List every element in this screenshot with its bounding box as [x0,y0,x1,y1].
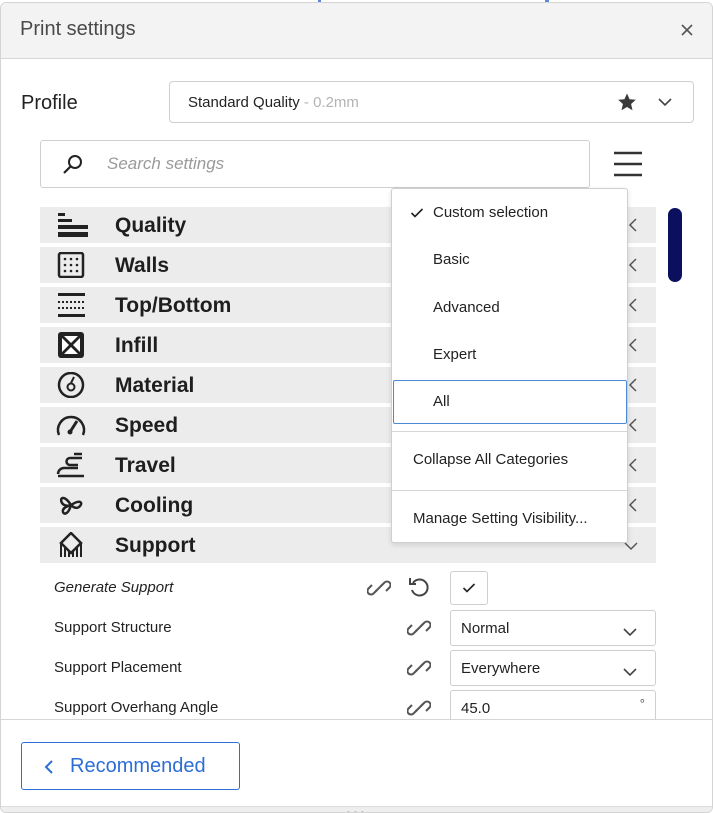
panel-footer: Recommended • • • [1,719,712,813]
chevron-left-icon [628,338,638,357]
close-icon [681,24,693,36]
reset-icon[interactable] [407,575,431,604]
profile-layer-height: - 0.2mm [299,94,359,111]
support-settings-list: Generate Support Support Structure Norma… [1,568,712,728]
menu-item-collapse-all[interactable]: Collapse All Categories [392,439,627,483]
category-label: Cooling [115,494,194,517]
menu-item-label: Expert [433,346,477,363]
setting-label: Support Placement [54,659,182,676]
grip-dots-icon: • • • [347,808,365,813]
hamburger-menu-icon [614,151,642,177]
setting-label: Support Overhang Angle [54,699,219,716]
generate-support-checkbox[interactable] [450,571,488,605]
category-label: Travel [115,454,176,477]
profile-selector[interactable]: Standard Quality - 0.2mm [169,81,694,123]
category-label: Quality [115,214,187,237]
walls-icon [54,251,88,279]
profile-selected-name: Standard Quality - 0.2mm [188,94,359,111]
menu-item-all[interactable]: All [393,380,627,424]
support-placement-select[interactable]: Everywhere [450,650,656,686]
panel-header: Print settings [1,3,712,59]
setting-support-placement: Support Placement Everywhere [1,648,712,688]
chevron-left-icon [628,258,638,277]
support-structure-select[interactable]: Normal [450,610,656,646]
menu-separator [392,490,627,491]
speed-icon [54,412,88,438]
menu-item-label: All [433,393,450,410]
search-settings-box [40,140,590,188]
chevron-left-icon [628,378,638,397]
visibility-menu-button[interactable] [612,150,644,178]
chevron-down-icon [623,624,637,642]
link-icon[interactable] [406,656,432,685]
input-value: 45.0 [461,700,491,717]
category-label: Infill [115,334,159,357]
search-input[interactable] [105,151,565,177]
top-bottom-icon [54,292,88,318]
close-button[interactable] [676,19,698,41]
chevron-left-icon [628,458,638,477]
category-label: Walls [115,254,170,277]
menu-item-label: Collapse All Categories [413,451,569,468]
link-icon[interactable] [406,616,432,645]
unit-label: ° [639,696,645,711]
chevron-down-icon [657,94,673,115]
print-settings-panel: Print settings Profile Standard Quality … [0,2,713,813]
scrollbar-handle[interactable] [668,208,682,282]
link-icon[interactable] [366,576,392,605]
checkmark-icon [410,206,424,224]
visibility-dropdown-menu: Custom selection Basic Advanced Expert A… [391,188,628,543]
category-label: Support [115,534,196,557]
select-value: Everywhere [461,660,541,677]
recommended-label: Recommended [70,755,206,777]
chevron-left-icon [628,418,638,437]
setting-label: Generate Support [54,579,174,596]
setting-support-structure: Support Structure Normal [1,608,712,648]
quality-icon [54,212,88,238]
cooling-icon [54,492,88,518]
menu-item-manage-visibility[interactable]: Manage Setting Visibility... [392,498,627,542]
menu-item-basic[interactable]: Basic [392,238,627,282]
recommended-button[interactable]: Recommended [21,742,240,790]
setting-generate-support: Generate Support [1,568,712,608]
travel-icon [54,452,88,478]
checkmark-icon [462,583,476,593]
category-label: Material [115,374,195,397]
menu-item-advanced[interactable]: Advanced [392,286,627,330]
panel-title: Print settings [20,18,136,40]
profile-label: Profile [21,92,78,114]
menu-item-label: Manage Setting Visibility... [413,510,588,527]
select-value: Normal [461,620,510,637]
menu-item-expert[interactable]: Expert [392,333,627,377]
menu-item-label: Basic [433,251,470,268]
resize-handle[interactable]: • • • [1,806,712,813]
search-icon [61,153,85,182]
chevron-down-icon [623,664,637,682]
menu-separator [392,431,627,432]
menu-item-custom-selection[interactable]: Custom selection [392,191,627,235]
infill-icon [54,332,88,358]
chevron-left-icon [628,298,638,317]
chevron-left-icon [628,218,638,237]
material-icon [54,371,88,399]
chevron-left-icon [628,498,638,517]
category-label: Speed [115,414,179,437]
menu-item-label: Advanced [433,299,500,316]
setting-label: Support Structure [54,619,172,636]
favorite-star-icon[interactable] [617,92,637,117]
menu-item-label: Custom selection [433,204,549,221]
chevron-left-icon [44,759,54,780]
category-label: Top/Bottom [115,294,232,317]
support-icon [54,531,88,558]
